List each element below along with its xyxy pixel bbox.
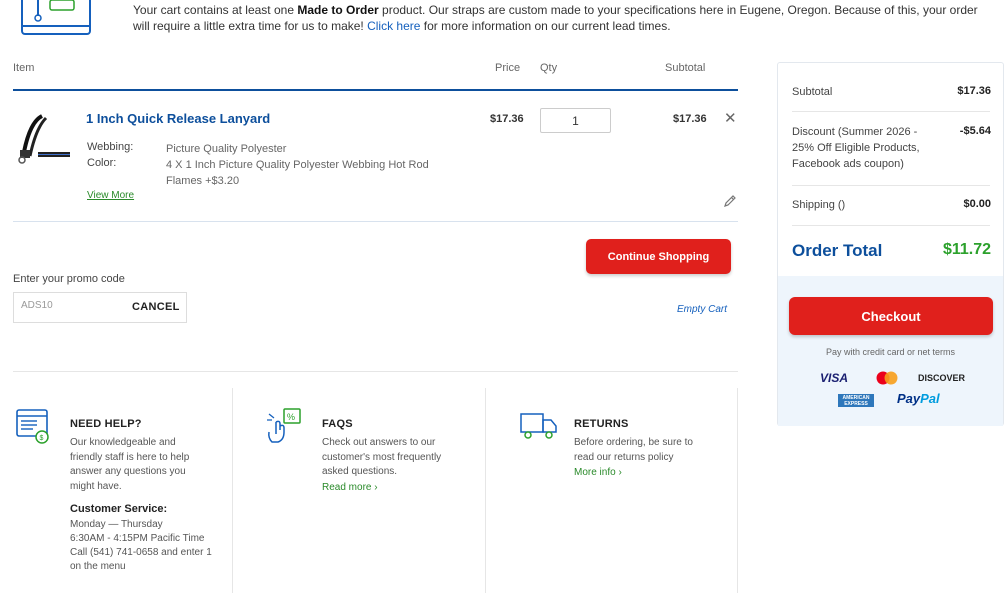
promo-label: Enter your promo code — [13, 273, 125, 285]
view-more-link[interactable]: View More — [87, 190, 134, 201]
amex-logo-icon: AMERICAN EXPRESS — [838, 394, 874, 407]
option-label-webbing: Webbing: — [87, 141, 134, 153]
returns-title: RETURNS — [574, 418, 629, 430]
delivery-truck-icon — [519, 410, 559, 447]
checkout-button[interactable]: Checkout — [789, 297, 993, 335]
header-item: Item — [13, 62, 35, 74]
header-subtotal: Subtotal — [665, 62, 706, 74]
option-value-color: 4 X 1 Inch Picture Quality Polyester Web… — [166, 159, 429, 187]
visa-logo-icon: VISA — [820, 371, 849, 385]
returns-column: RETURNS Before ordering, be sure to read… — [486, 388, 738, 593]
need-help-text: Our knowledgeable and friendly staff is … — [70, 437, 190, 493]
quantity-input[interactable] — [540, 108, 611, 133]
returns-more-info-link[interactable]: More info › — [574, 467, 622, 478]
cs-hours: 6:30AM - 4:15PM Pacific Time — [70, 533, 205, 544]
summary-shipping-label: Shipping () — [792, 199, 846, 211]
summary-shipping-value: $0.00 — [963, 198, 991, 210]
order-summary-panel: Subtotal $17.36 Discount (Summer 2026 - … — [777, 62, 1004, 426]
summary-discount-value: -$5.64 — [959, 125, 991, 137]
discover-logo-icon: DISCOVER — [918, 373, 966, 383]
header-qty: Qty — [540, 62, 558, 74]
need-help-column: $ NEED HELP? Our knowledgeable and frien… — [13, 388, 233, 593]
faqs-column: % FAQS Check out answers to our customer… — [233, 388, 486, 593]
need-help-title: NEED HELP? — [70, 418, 142, 430]
remove-item-icon[interactable]: ✕ — [724, 111, 737, 127]
svg-text:%: % — [287, 412, 295, 422]
cs-phone: Call (541) 741-0658 and enter 1 on the m… — [70, 547, 212, 573]
summary-divider — [792, 225, 990, 226]
paypal-logo-icon: PayPal — [897, 391, 940, 406]
sewing-machine-icon — [20, 0, 120, 41]
faq-hand-icon: % — [266, 408, 306, 451]
product-title-link[interactable]: 1 Inch Quick Release Lanyard — [86, 111, 270, 126]
customer-service-title: Customer Service: — [70, 503, 168, 515]
order-total-value: $11.72 — [942, 241, 991, 258]
cs-days: Monday — Thursday — [70, 519, 163, 530]
continue-shopping-button[interactable]: Continue Shopping — [586, 239, 731, 274]
item-divider — [13, 221, 738, 222]
edit-pencil-icon[interactable] — [723, 194, 737, 213]
summary-divider — [792, 185, 990, 186]
support-computer-icon: $ — [15, 408, 53, 451]
summary-discount-label: Discount (Summer 2026 - 25% Off Eligible… — [792, 126, 920, 170]
notice-bold: Made to Order — [297, 3, 379, 17]
lanyard-product-image[interactable] — [16, 112, 72, 168]
promo-cancel-button[interactable]: CANCEL — [132, 301, 180, 313]
option-label-color: Color: — [87, 157, 117, 169]
empty-cart-link[interactable]: Empty Cart — [677, 304, 727, 315]
help-divider — [13, 371, 738, 372]
header-divider — [13, 89, 738, 91]
order-total-label: Order Total — [792, 241, 883, 260]
option-value-webbing: Picture Quality Polyester — [166, 143, 287, 155]
mastercard-logo-icon — [875, 371, 899, 385]
promo-code-input[interactable] — [21, 300, 121, 311]
faqs-read-more-link[interactable]: Read more › — [322, 482, 378, 493]
promo-code-box: CANCEL — [13, 292, 187, 323]
column-divider — [737, 388, 738, 593]
item-subtotal: $17.36 — [673, 113, 707, 125]
lead-times-link[interactable]: Click here — [367, 19, 420, 33]
item-price: $17.36 — [490, 113, 524, 125]
notice-text: Your cart contains at least one Made to … — [133, 3, 978, 33]
faqs-title: FAQS — [322, 418, 353, 430]
summary-divider — [792, 111, 990, 112]
svg-text:$: $ — [40, 435, 44, 442]
returns-text: Before ordering, be sure to read our ret… — [574, 437, 693, 463]
header-price: Price — [495, 62, 521, 74]
payment-note: Pay with credit card or net terms — [825, 347, 956, 357]
made-to-order-notice: Your cart contains at least one Made to … — [0, 0, 1004, 40]
summary-subtotal-value: $17.36 — [957, 85, 991, 97]
faqs-text: Check out answers to our customer's most… — [322, 437, 442, 478]
summary-subtotal-label: Subtotal — [792, 86, 833, 98]
